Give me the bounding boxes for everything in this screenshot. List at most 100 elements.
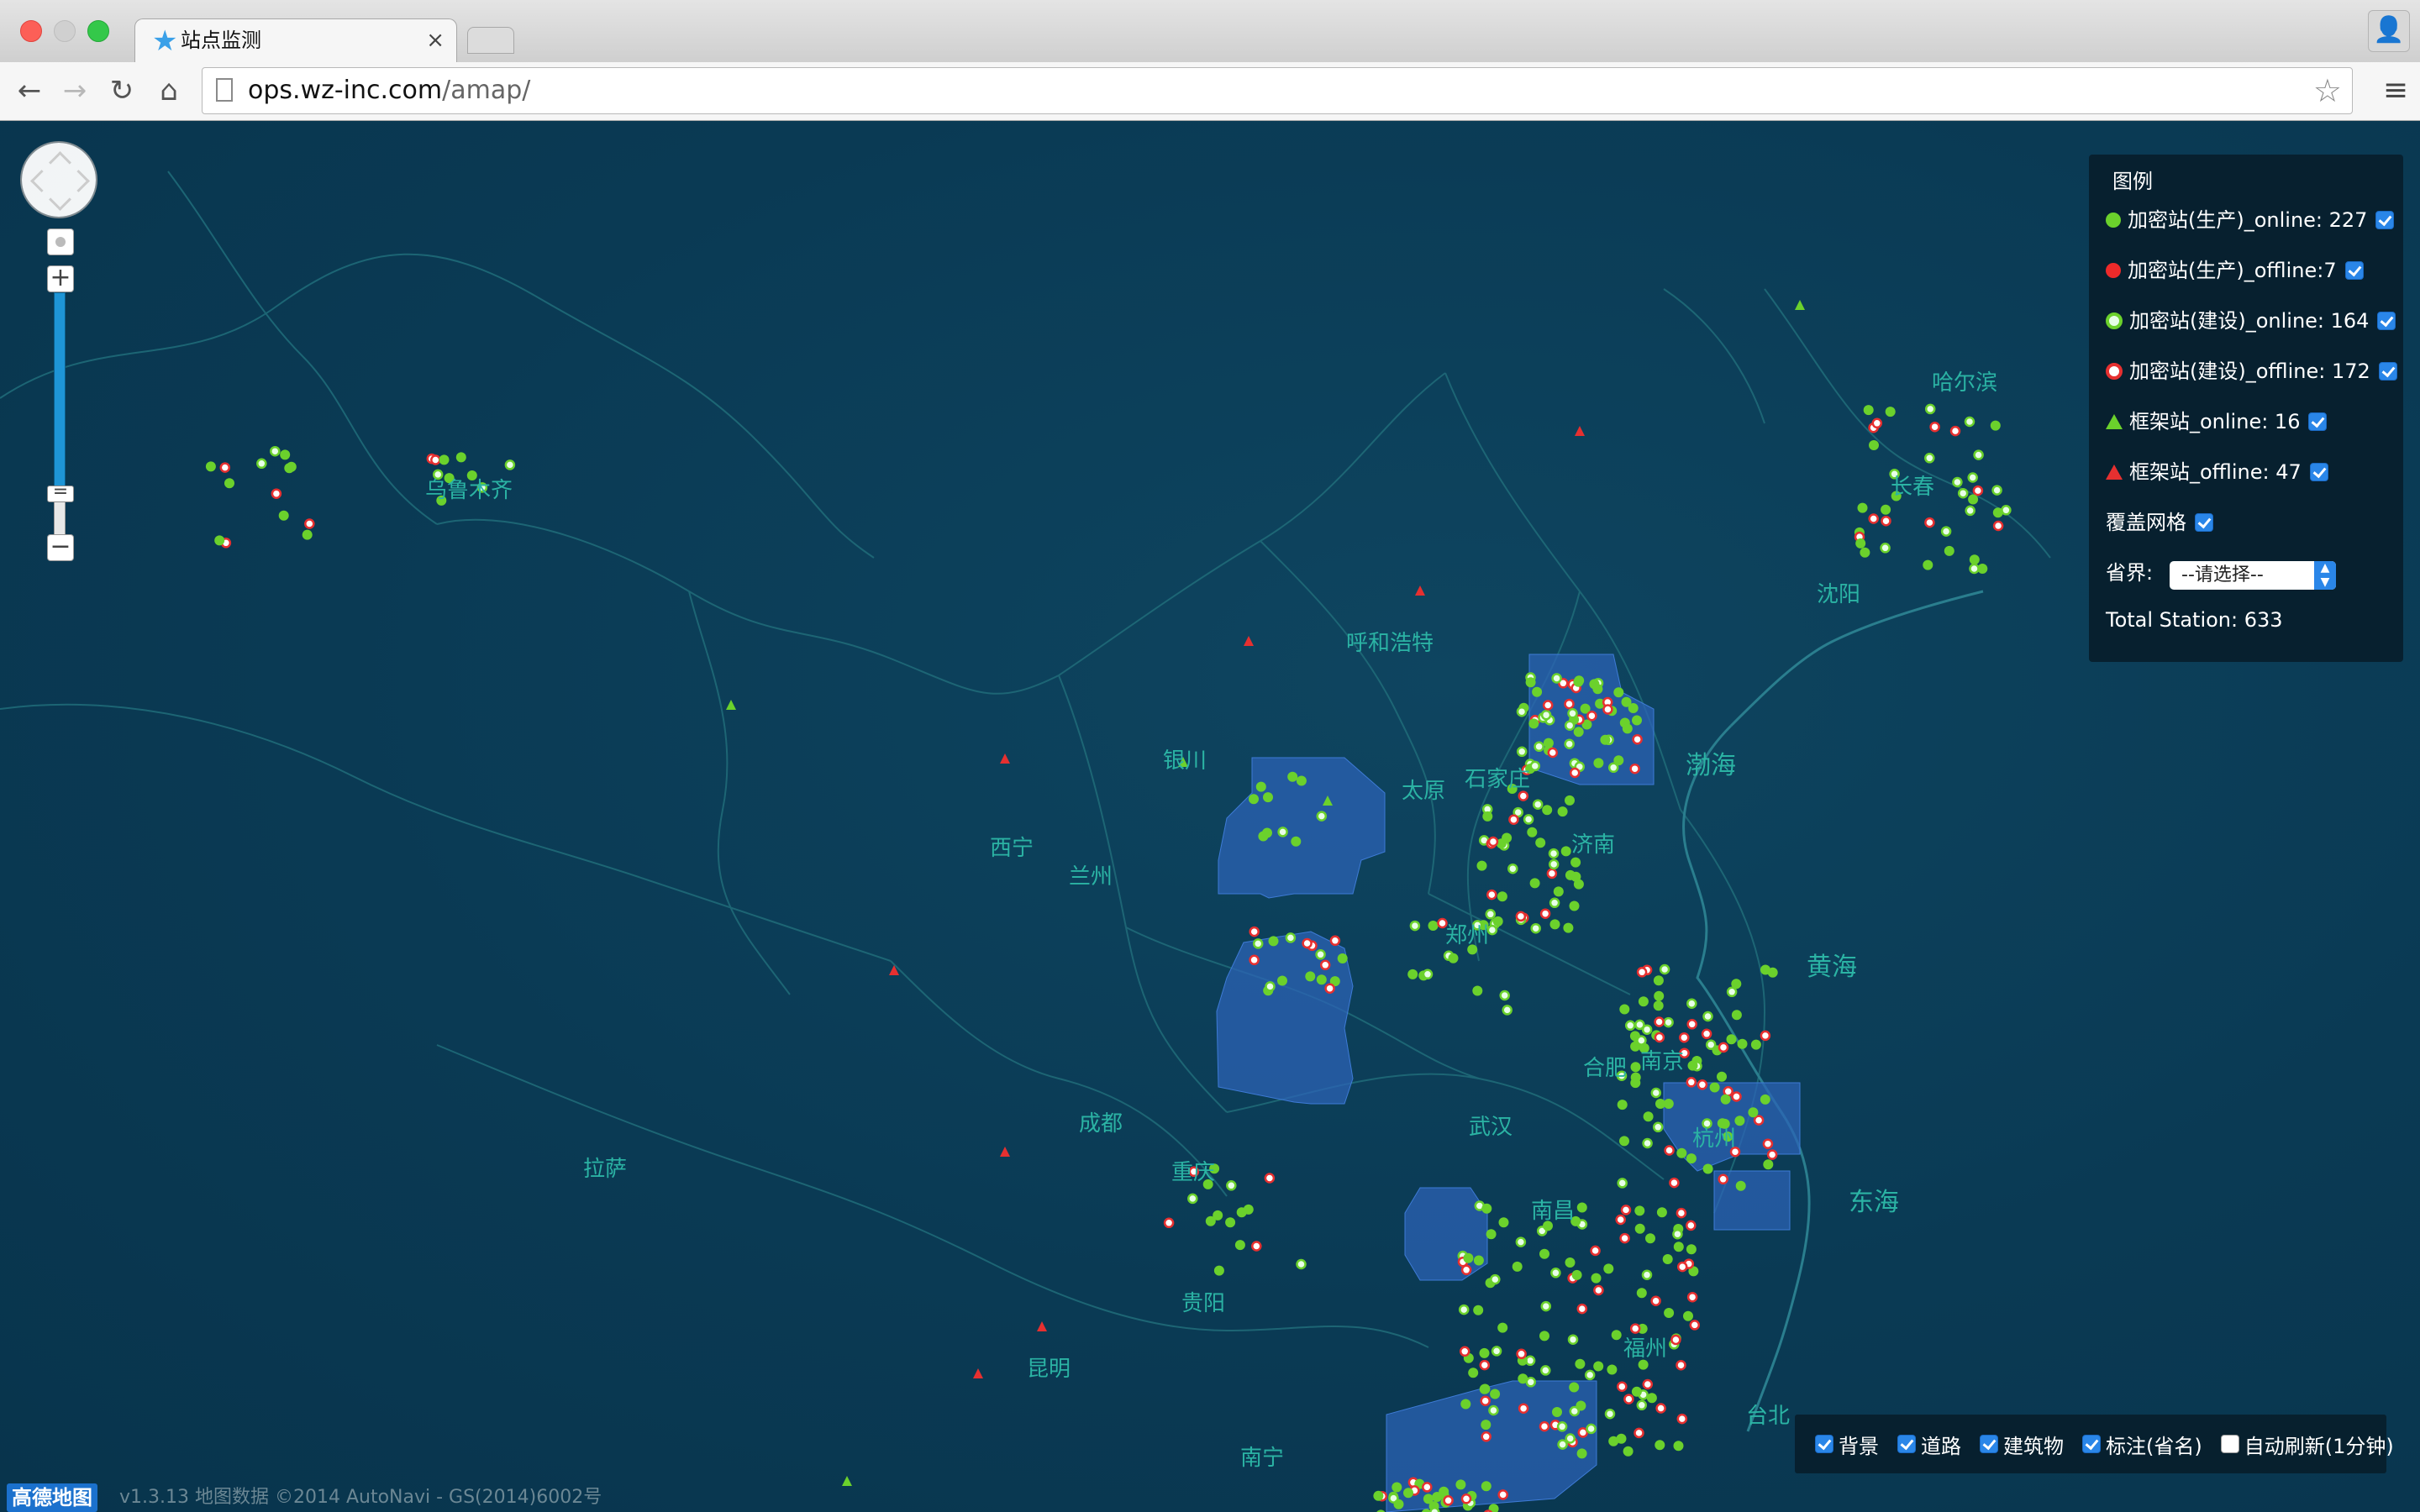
station-online-marker[interactable]	[1448, 953, 1459, 963]
station-online-marker[interactable]	[205, 461, 216, 472]
station-online-marker[interactable]	[1621, 696, 1632, 707]
station-build-offline-marker[interactable]	[1620, 1205, 1632, 1215]
station-online-marker[interactable]	[1557, 806, 1568, 817]
station-build-offline-marker[interactable]	[1487, 836, 1499, 848]
station-build-online-marker[interactable]	[1952, 476, 1963, 488]
station-online-marker[interactable]	[1664, 1308, 1675, 1318]
station-build-online-marker[interactable]	[1532, 799, 1544, 810]
province-select[interactable]: --请选择-- ▲ ▼	[2170, 561, 2336, 590]
station-online-marker[interactable]	[1573, 727, 1584, 738]
station-build-offline-marker[interactable]	[1697, 1079, 1708, 1090]
station-online-marker[interactable]	[1539, 1331, 1549, 1341]
layer-checkbox[interactable]	[1897, 1435, 1916, 1453]
station-build-offline-marker[interactable]	[1689, 1320, 1701, 1331]
station-build-offline-marker[interactable]	[430, 454, 441, 465]
station-online-marker[interactable]	[1676, 1147, 1687, 1158]
station-build-offline-marker[interactable]	[1479, 1359, 1491, 1371]
station-build-offline-marker[interactable]	[1542, 700, 1554, 711]
station-build-online-marker[interactable]	[1409, 920, 1421, 932]
station-build-offline-marker[interactable]	[1701, 1028, 1712, 1040]
station-online-marker[interactable]	[1591, 1273, 1602, 1284]
station-build-offline-marker[interactable]	[1676, 1261, 1688, 1273]
station-online-marker[interactable]	[1589, 679, 1600, 690]
station-build-offline-marker[interactable]	[1686, 1291, 1698, 1303]
station-build-offline-marker[interactable]	[1929, 421, 1940, 433]
station-build-offline-marker[interactable]	[1251, 1241, 1262, 1252]
station-online-marker[interactable]	[1291, 836, 1302, 847]
station-online-marker[interactable]	[1855, 538, 1866, 549]
station-online-marker[interactable]	[1565, 795, 1575, 806]
station-build-online-marker[interactable]	[1636, 1399, 1648, 1411]
station-online-marker[interactable]	[1236, 1207, 1247, 1218]
station-build-offline-marker[interactable]	[1539, 1420, 1550, 1432]
station-build-offline-marker[interactable]	[1664, 1145, 1675, 1156]
station-online-marker[interactable]	[1673, 1242, 1684, 1252]
station-build-online-marker[interactable]	[1565, 1433, 1576, 1444]
station-online-marker[interactable]	[1687, 1060, 1698, 1071]
station-build-offline-marker[interactable]	[1264, 1173, 1276, 1184]
station-online-marker[interactable]	[1262, 827, 1272, 838]
station-build-offline-marker[interactable]	[1516, 1348, 1527, 1360]
station-build-offline-marker[interactable]	[1670, 1334, 1681, 1346]
station-build-offline-marker[interactable]	[1547, 747, 1559, 759]
browser-tab-active[interactable]: ★ 站点监测 ×	[134, 18, 457, 62]
station-build-online-marker[interactable]	[1530, 922, 1541, 934]
station-online-marker[interactable]	[1490, 1389, 1501, 1399]
framework-online-marker[interactable]	[842, 1476, 852, 1486]
station-online-marker[interactable]	[214, 535, 225, 546]
station-online-marker[interactable]	[1476, 860, 1487, 871]
station-online-marker[interactable]	[1296, 775, 1307, 786]
station-online-marker[interactable]	[1734, 1116, 1745, 1126]
station-build-offline-marker[interactable]	[1518, 790, 1529, 801]
station-build-offline-marker[interactable]	[1676, 1359, 1686, 1371]
menu-icon[interactable]: ≡	[2383, 72, 2408, 109]
station-online-marker[interactable]	[1573, 676, 1584, 687]
station-build-online-marker[interactable]	[1515, 1236, 1527, 1247]
station-online-marker[interactable]	[1593, 758, 1604, 769]
station-build-online-marker[interactable]	[1540, 1365, 1551, 1376]
station-build-online-marker[interactable]	[1973, 449, 1984, 460]
layer-toggle-labels[interactable]: 标注(省名)	[2082, 1430, 2202, 1459]
station-build-online-marker[interactable]	[1548, 858, 1560, 870]
station-build-online-marker[interactable]	[1650, 1087, 1662, 1099]
station-online-marker[interactable]	[1593, 1361, 1604, 1372]
framework-offline-marker[interactable]	[973, 1368, 983, 1378]
station-build-offline-marker[interactable]	[1481, 1431, 1491, 1442]
framework-offline-marker[interactable]	[1244, 636, 1254, 646]
station-online-marker[interactable]	[1569, 1382, 1580, 1393]
station-build-offline-marker[interactable]	[1617, 1381, 1628, 1392]
station-build-online-marker[interactable]	[1880, 543, 1891, 554]
station-build-offline-marker[interactable]	[1576, 1303, 1588, 1315]
station-online-marker[interactable]	[1731, 979, 1742, 990]
station-online-marker[interactable]	[1607, 1364, 1618, 1375]
station-build-online-marker[interactable]	[1540, 709, 1552, 721]
station-build-offline-marker[interactable]	[1762, 1138, 1774, 1149]
new-tab-button[interactable]	[467, 27, 514, 54]
station-build-online-marker[interactable]	[1252, 938, 1264, 949]
layer-checkbox[interactable]	[2220, 1435, 2239, 1453]
legend-checkbox[interactable]	[2308, 412, 2328, 431]
grid-toggle[interactable]: 覆盖网格	[2106, 506, 2213, 539]
station-build-online-marker[interactable]	[1550, 1268, 1561, 1278]
station-online-marker[interactable]	[1403, 1488, 1413, 1499]
station-build-offline-marker[interactable]	[1319, 959, 1331, 971]
station-build-online-marker[interactable]	[1726, 986, 1738, 998]
station-build-offline-marker[interactable]	[1546, 868, 1558, 879]
station-online-marker[interactable]	[1760, 1094, 1770, 1105]
station-build-online-marker[interactable]	[1226, 1180, 1237, 1191]
minimize-window-button[interactable]	[54, 20, 76, 42]
station-online-marker[interactable]	[1213, 1210, 1223, 1221]
framework-offline-marker[interactable]	[1037, 1321, 1047, 1331]
station-online-marker[interactable]	[1860, 547, 1870, 558]
station-build-offline-marker[interactable]	[1480, 1395, 1491, 1406]
station-build-offline-marker[interactable]	[1686, 1077, 1697, 1088]
station-build-online-marker[interactable]	[1507, 863, 1518, 874]
station-build-offline-marker[interactable]	[1459, 1346, 1470, 1357]
station-build-offline-marker[interactable]	[271, 488, 282, 499]
station-online-marker[interactable]	[1702, 1163, 1713, 1174]
station-build-online-marker[interactable]	[1285, 932, 1297, 943]
station-build-online-marker[interactable]	[1967, 472, 1978, 483]
station-online-marker[interactable]	[1502, 832, 1512, 843]
station-build-online-marker[interactable]	[1617, 1178, 1628, 1189]
station-build-online-marker[interactable]	[1277, 827, 1288, 837]
